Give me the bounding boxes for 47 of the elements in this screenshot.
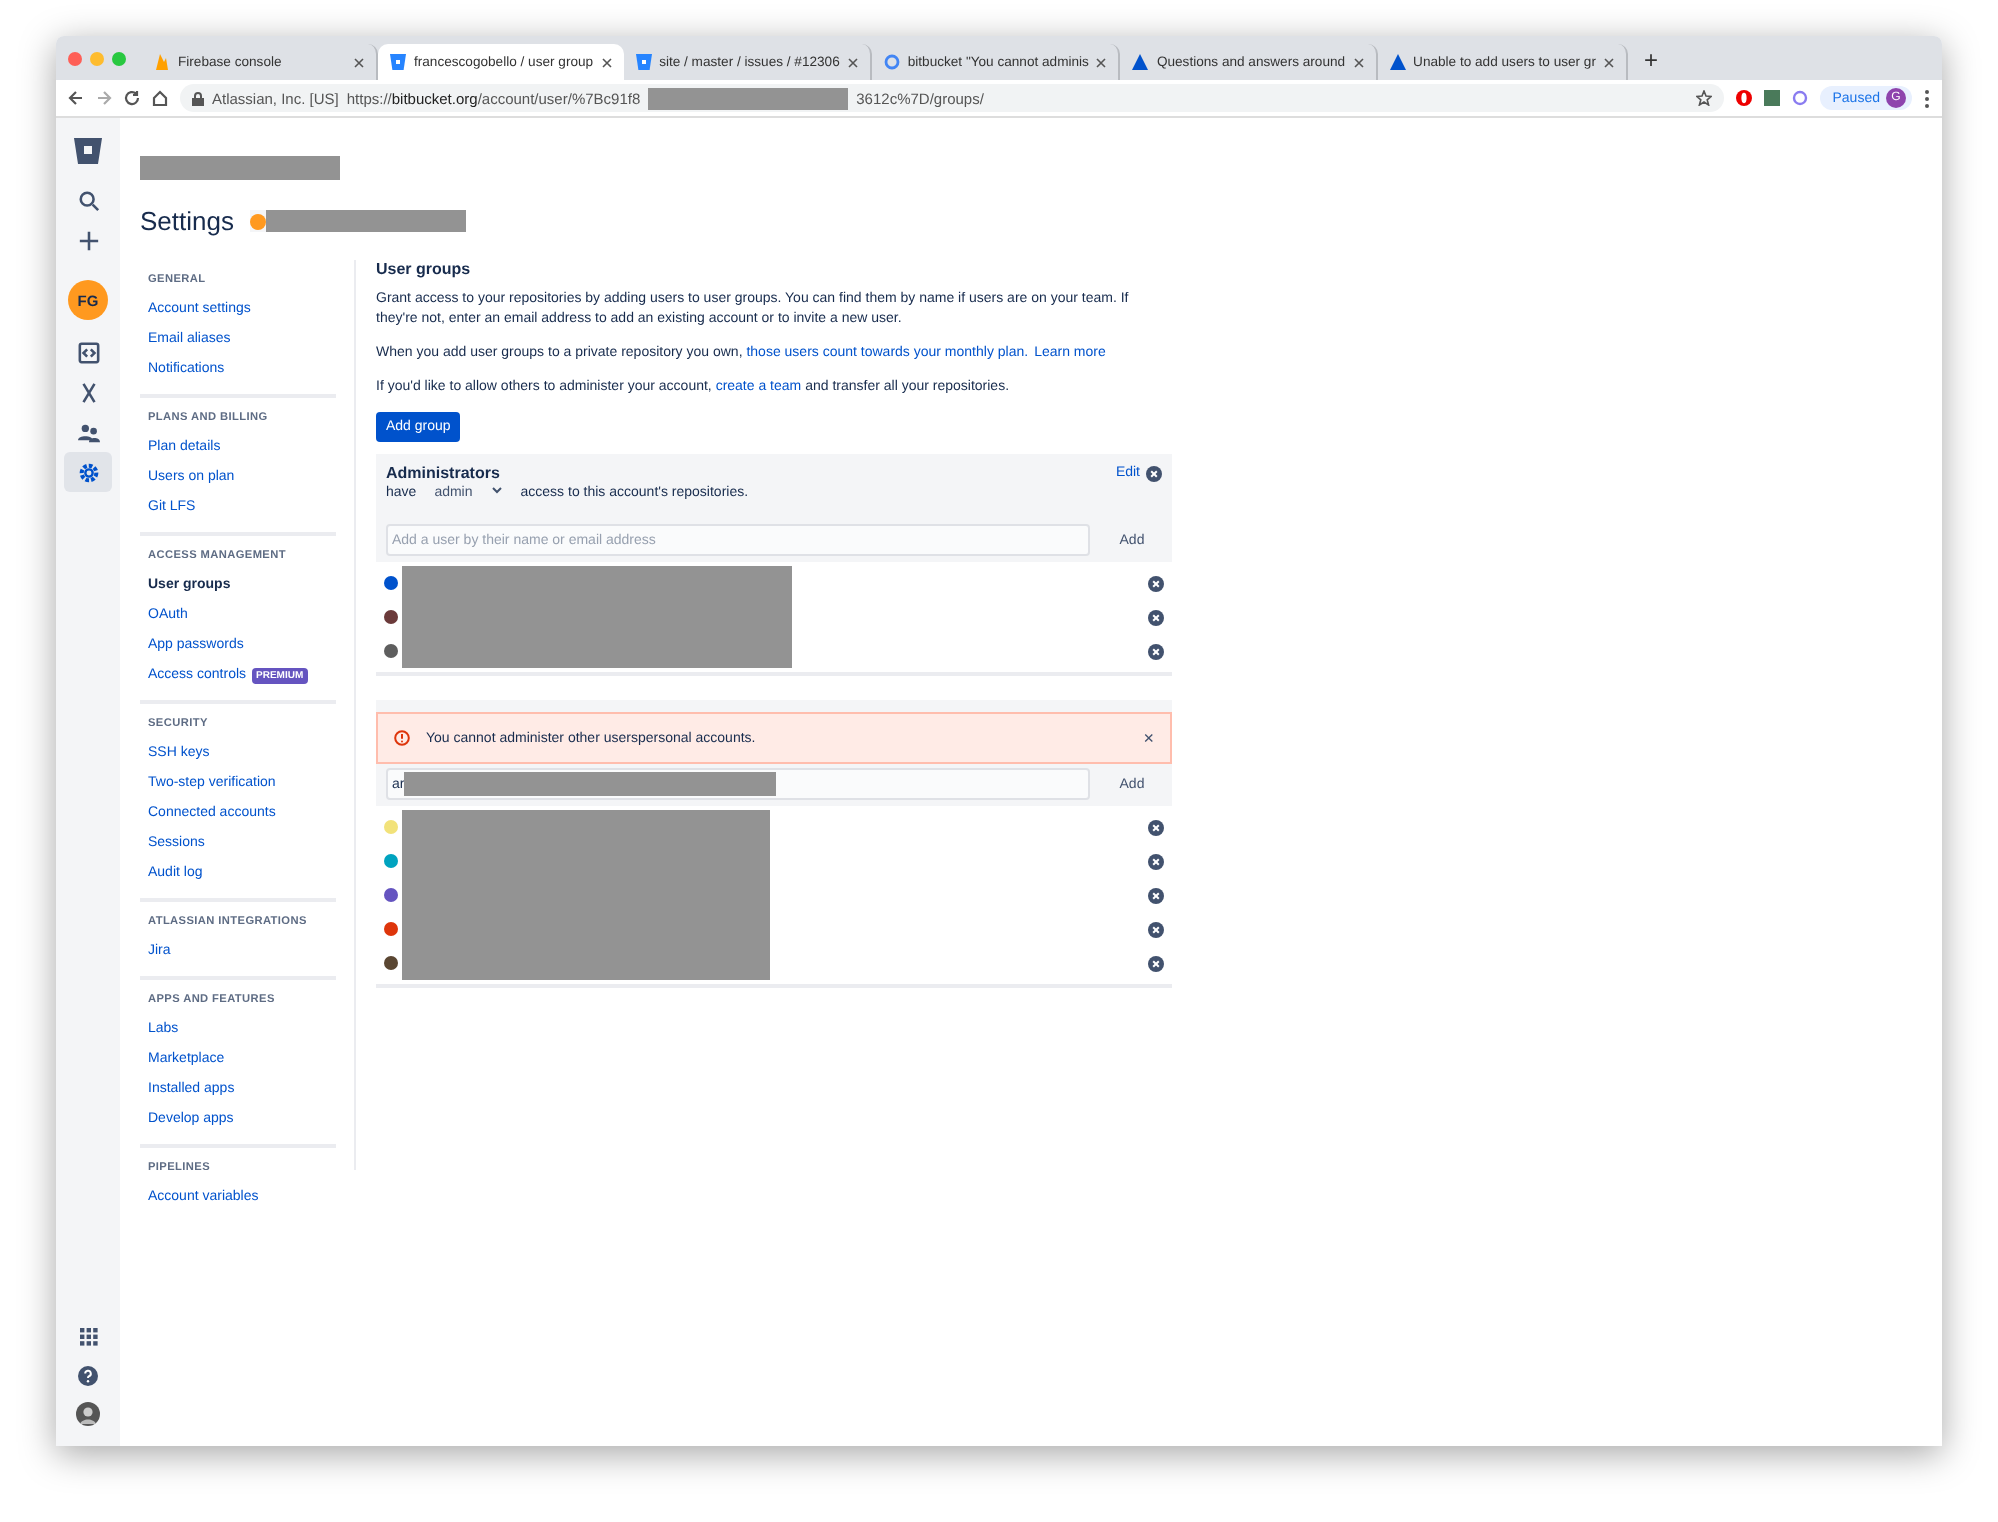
flame-icon bbox=[154, 53, 170, 71]
reload-icon[interactable] bbox=[124, 90, 140, 106]
remove-icon[interactable] bbox=[1148, 887, 1164, 903]
new-tab-button[interactable]: + bbox=[1627, 46, 1674, 80]
search-icon bbox=[77, 189, 99, 211]
close-icon[interactable] bbox=[354, 57, 364, 67]
bucket-logo-icon[interactable] bbox=[74, 138, 102, 164]
close-icon[interactable] bbox=[601, 57, 612, 67]
page-title: Settings bbox=[140, 206, 234, 236]
remove-icon[interactable] bbox=[1148, 609, 1164, 625]
group-name: Administrators bbox=[386, 464, 500, 482]
plus-icon bbox=[77, 229, 99, 251]
profile-avatar[interactable] bbox=[76, 1402, 100, 1426]
close-icon[interactable] bbox=[1096, 57, 1107, 67]
remove-icon[interactable] bbox=[1148, 575, 1164, 591]
warning-icon bbox=[394, 730, 410, 746]
people-icon bbox=[77, 421, 99, 443]
close-icon[interactable] bbox=[847, 57, 858, 67]
dismiss-button[interactable]: × bbox=[1143, 728, 1154, 748]
bucket-icon bbox=[635, 54, 652, 70]
remove-icon[interactable] bbox=[1148, 643, 1164, 659]
triangle-icon bbox=[1389, 54, 1406, 70]
bucket-icon bbox=[390, 54, 406, 70]
extension-icon[interactable] bbox=[1736, 90, 1753, 106]
star-icon[interactable] bbox=[1696, 90, 1713, 106]
chevron-icon bbox=[492, 486, 503, 494]
code-icon bbox=[77, 341, 99, 363]
lock-icon bbox=[192, 91, 204, 105]
remove-icon[interactable] bbox=[1148, 853, 1164, 869]
help-icon[interactable] bbox=[78, 1366, 98, 1386]
remove-icon[interactable] bbox=[1148, 955, 1164, 971]
section-title: User groups bbox=[376, 260, 473, 278]
remove-icon[interactable] bbox=[1146, 465, 1162, 481]
menu-icon[interactable] bbox=[1924, 89, 1930, 107]
close-icon[interactable] bbox=[1353, 57, 1364, 67]
account-avatar bbox=[249, 213, 266, 229]
remove-icon[interactable] bbox=[1148, 921, 1164, 937]
home-icon[interactable] bbox=[152, 90, 168, 106]
back-icon[interactable] bbox=[68, 90, 84, 106]
google-icon bbox=[883, 54, 900, 70]
remove-icon[interactable] bbox=[1148, 819, 1164, 835]
triangle-icon bbox=[1132, 54, 1149, 70]
app-grid-icon[interactable] bbox=[79, 1328, 97, 1346]
merge-icon bbox=[77, 381, 99, 403]
rail-button[interactable] bbox=[64, 452, 112, 492]
settings-icon bbox=[77, 461, 99, 483]
close-icon[interactable] bbox=[1603, 57, 1614, 67]
